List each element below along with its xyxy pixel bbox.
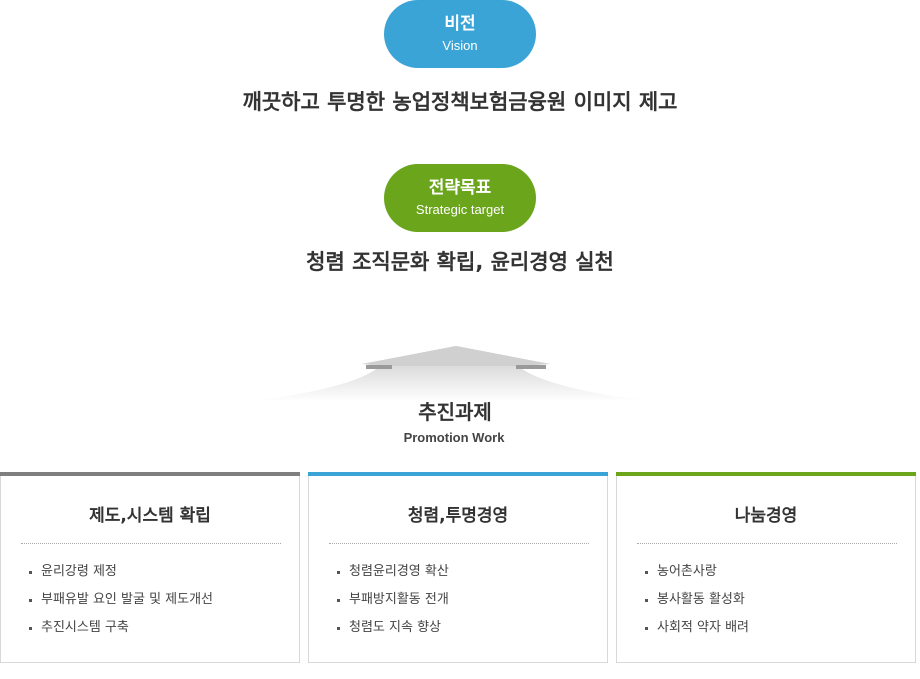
card-integrity: 청렴,투명경영 청렴윤리경영 확산 부패방지활동 전개 청렴도 지속 향상 — [308, 472, 608, 663]
vision-statement: 깨끗하고 투명한 농업정책보험금융원 이미지 제고 — [242, 90, 678, 114]
card-title: 나눔경영 — [734, 506, 798, 526]
strategic-target-badge: 전략목표 Strategic target — [384, 164, 536, 232]
list-item: 사회적 약자 배려 — [645, 620, 749, 648]
card-title: 청렴,투명경영 — [407, 506, 509, 526]
strategic-target-label-en: Strategic target — [415, 202, 505, 217]
bullet-icon — [29, 599, 32, 602]
list-item: 부패유발 요인 발굴 및 제도개선 — [29, 592, 213, 620]
vision-badge: 비전 Vision — [384, 0, 536, 68]
card-list: 윤리강령 제정 부패유발 요인 발굴 및 제도개선 추진시스템 구축 — [29, 564, 213, 648]
vision-label-ko: 비전 — [444, 14, 476, 34]
bullet-icon — [29, 627, 32, 630]
card-list: 청렴윤리경영 확산 부패방지활동 전개 청렴도 지속 향상 — [337, 564, 449, 648]
list-item: 윤리강령 제정 — [29, 564, 213, 592]
bullet-icon — [645, 599, 648, 602]
card-accent-bar — [0, 472, 300, 476]
bullet-icon — [645, 627, 648, 630]
card-divider — [329, 543, 589, 544]
list-item: 추진시스템 구축 — [29, 620, 213, 648]
card-list: 농어촌사랑 봉사활동 활성화 사회적 약자 배려 — [645, 564, 749, 648]
card-divider — [21, 543, 281, 544]
bullet-icon — [337, 599, 340, 602]
list-item: 청렴윤리경영 확산 — [337, 564, 449, 592]
card-title: 제도,시스템 확립 — [89, 506, 211, 526]
card-sharing: 나눔경영 농어촌사랑 봉사활동 활성화 사회적 약자 배려 — [616, 472, 916, 663]
bullet-icon — [645, 571, 648, 574]
list-item: 부패방지활동 전개 — [337, 592, 449, 620]
promotion-subtitle: Promotion Work — [403, 430, 505, 445]
vision-label-en: Vision — [442, 38, 478, 53]
list-item: 봉사활동 활성화 — [645, 592, 749, 620]
strategic-target-statement: 청렴 조직문화 확립, 윤리경영 실천 — [306, 250, 614, 274]
card-divider — [637, 543, 897, 544]
promotion-title: 추진과제 — [418, 400, 492, 424]
strategic-target-label-ko: 전략목표 — [428, 178, 492, 198]
bullet-icon — [337, 571, 340, 574]
card-system: 제도,시스템 확립 윤리강령 제정 부패유발 요인 발굴 및 제도개선 추진시스… — [0, 472, 300, 663]
card-accent-bar — [308, 472, 608, 476]
list-item: 청렴도 지속 향상 — [337, 620, 449, 648]
card-accent-bar — [616, 472, 916, 476]
bullet-icon — [29, 571, 32, 574]
list-item: 농어촌사랑 — [645, 564, 749, 592]
bullet-icon — [337, 627, 340, 630]
